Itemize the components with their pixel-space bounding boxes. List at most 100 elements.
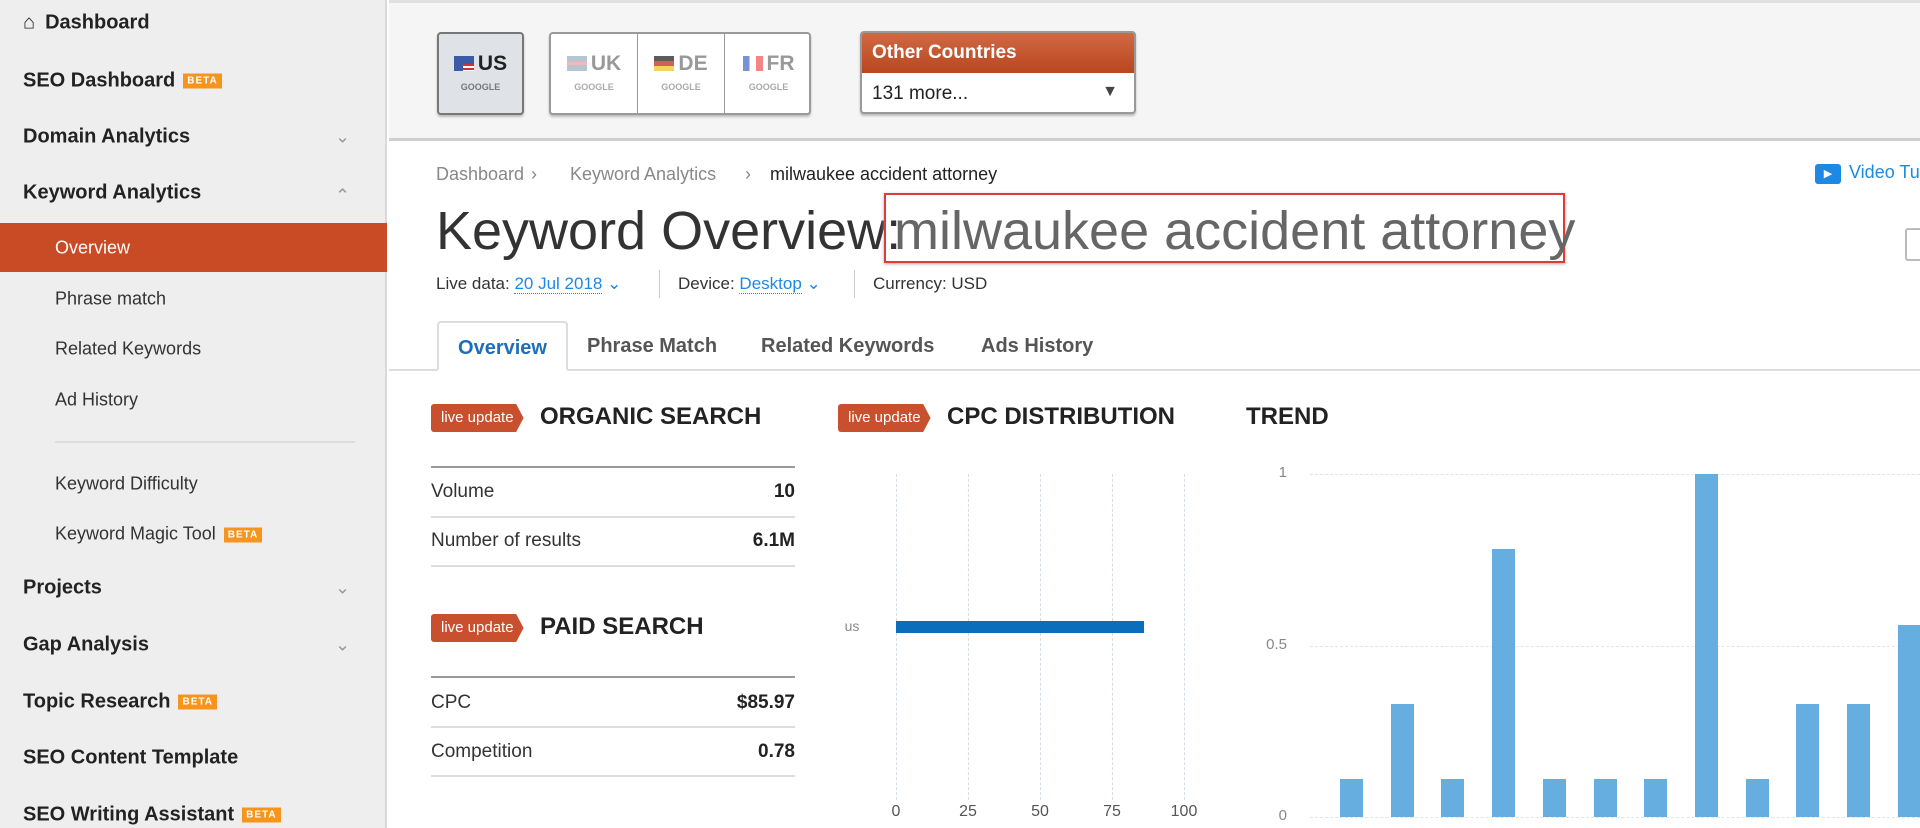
sidebar-item-seo-writing-assistant[interactable]: SEO Writing Assistant BETA: [23, 804, 281, 827]
sidebar-item-projects[interactable]: Projects: [23, 577, 102, 600]
trend-bar: [1492, 549, 1516, 817]
breadcrumb-keyword-analytics[interactable]: Keyword Analytics: [570, 164, 716, 185]
cpc-x-tick-label: 100: [1170, 803, 1198, 820]
caret-down-icon: ▼: [1102, 83, 1118, 100]
currency-label: Currency: USD: [873, 274, 988, 293]
sidebar-item-related-keywords[interactable]: Related Keywords: [55, 339, 201, 360]
divider: [431, 516, 795, 518]
cpc-gridline: [896, 474, 897, 800]
trend-gridline: [1310, 817, 1920, 818]
video-tutorial-link[interactable]: ▶ Video Tu: [1815, 162, 1920, 184]
paid-search-title: PAID SEARCH: [540, 613, 704, 640]
results-value: 6.1M: [752, 530, 795, 551]
divider: [431, 565, 795, 567]
db-button-uk[interactable]: UK GOOGLE: [551, 34, 638, 113]
volume-value: 10: [773, 481, 795, 502]
divider: [659, 270, 660, 298]
trend-y-tick-label: 1: [1278, 464, 1287, 481]
trend-bar: [1644, 779, 1668, 817]
beta-badge: BETA: [242, 807, 281, 823]
trend-bar: [1745, 779, 1769, 817]
cpc-bar: [896, 621, 1144, 633]
competition-label: Competition: [431, 741, 533, 762]
trend-bar: [1796, 703, 1820, 817]
live-data-selector[interactable]: Live data: 20 Jul 2018 ⌄: [436, 274, 621, 294]
play-icon: ▶: [1815, 164, 1841, 184]
action-button[interactable]: [1905, 228, 1920, 261]
tab-phrase-match[interactable]: Phrase Match: [587, 321, 717, 371]
chevron-up-icon[interactable]: ⌃: [335, 186, 350, 207]
chevron-down-icon: ⌄: [602, 274, 622, 293]
page-title: Keyword Overview:: [436, 201, 902, 261]
trend-bar: [1542, 779, 1566, 817]
cpc-gridline: [1112, 474, 1113, 800]
sidebar-item-dashboard[interactable]: ⌂ Dashboard: [23, 12, 150, 35]
divider: [854, 270, 855, 298]
trend-chart: [0, 0, 1, 1]
cpc-category-label: us: [844, 618, 860, 634]
tab-ads-history[interactable]: Ads History: [981, 321, 1093, 371]
cpc-gridline: [1184, 474, 1185, 800]
db-button-us[interactable]: US GOOGLE: [437, 32, 524, 115]
trend-bar: [1847, 703, 1870, 817]
sidebar: ⌂ Dashboard SEO Dashboard BETA Domain Anal…: [0, 0, 387, 828]
live-update-badge: live update: [838, 404, 931, 432]
beta-badge: BETA: [223, 527, 263, 543]
sidebar-item-keyword-difficulty[interactable]: Keyword Difficulty: [55, 474, 198, 495]
de-flag-icon: [654, 56, 675, 71]
breadcrumb-dashboard[interactable]: Dashboard: [436, 164, 524, 185]
live-update-badge: live update: [431, 404, 524, 432]
sidebar-item-overview[interactable]: Overview: [55, 238, 130, 259]
cpc-x-tick-label: 50: [1031, 803, 1049, 820]
sidebar-item-gap-analysis[interactable]: Gap Analysis: [23, 634, 149, 657]
sidebar-item-seo-dashboard[interactable]: SEO Dashboard BETA: [23, 70, 222, 93]
cpc-label: CPC: [431, 692, 472, 713]
chevron-down-icon[interactable]: ⌄: [335, 578, 350, 599]
trend-bar: [1441, 779, 1465, 817]
sidebar-item-seo-content-template[interactable]: SEO Content Template: [23, 747, 238, 770]
trend-bar: [1340, 779, 1363, 817]
fr-flag-icon: [742, 56, 763, 71]
uk-flag-icon: [566, 56, 587, 71]
db-button-fr[interactable]: FR GOOGLE: [725, 34, 812, 113]
sidebar-item-keyword-magic-tool[interactable]: Keyword Magic Tool BETA: [55, 524, 263, 545]
cpc-x-tick-label: 0: [891, 803, 901, 820]
sidebar-item-ad-history[interactable]: Ad History: [55, 390, 138, 411]
trend-gridline: [1310, 474, 1920, 475]
divider: [431, 726, 795, 728]
sidebar-item-phrase-match[interactable]: Phrase match: [55, 289, 166, 310]
trend-bar: [1897, 624, 1920, 817]
db-button-de[interactable]: DE GOOGLE: [638, 34, 725, 113]
tab-related-keywords[interactable]: Related Keywords: [761, 321, 934, 371]
tab-overview[interactable]: Overview: [437, 321, 568, 371]
trend-bar: [1694, 474, 1718, 817]
trend-y-tick-label: 0: [1278, 807, 1287, 824]
beta-badge: BETA: [178, 694, 217, 710]
home-icon: ⌂: [23, 11, 36, 34]
trend-gridline: [1310, 645, 1920, 647]
cpc-x-tick-label: 75: [1103, 803, 1121, 820]
cpc-value: $85.97: [736, 692, 795, 713]
keyword-title: milwaukee accident attorney: [894, 201, 1576, 261]
competition-value: 0.78: [758, 741, 795, 762]
cpc-gridline: [968, 474, 969, 800]
other-countries-dropdown[interactable]: Other Countries 131 more... ▼: [860, 31, 1136, 114]
device-selector[interactable]: Device: Desktop ⌄: [678, 274, 821, 294]
chevron-down-icon[interactable]: ⌄: [335, 127, 350, 148]
sidebar-item-keyword-analytics[interactable]: Keyword Analytics: [23, 182, 201, 205]
cpc-x-tick-label: 25: [959, 803, 977, 820]
us-flag-icon: [453, 56, 474, 71]
live-update-badge: live update: [431, 614, 524, 642]
beta-badge: BETA: [183, 73, 222, 89]
sidebar-item-topic-research[interactable]: Topic Research BETA: [23, 691, 217, 714]
chevron-down-icon[interactable]: ⌄: [335, 635, 350, 656]
trend-bar: [1593, 779, 1617, 817]
chevron-down-icon: ⌄: [801, 274, 821, 293]
breadcrumb-current: milwaukee accident attorney: [770, 164, 998, 184]
trend-title: TREND: [1246, 403, 1329, 430]
cpc-gridline: [1040, 474, 1041, 800]
divider: [431, 466, 795, 468]
sidebar-divider: [55, 441, 355, 443]
sidebar-item-domain-analytics[interactable]: Domain Analytics: [23, 126, 190, 149]
divider: [431, 676, 795, 678]
